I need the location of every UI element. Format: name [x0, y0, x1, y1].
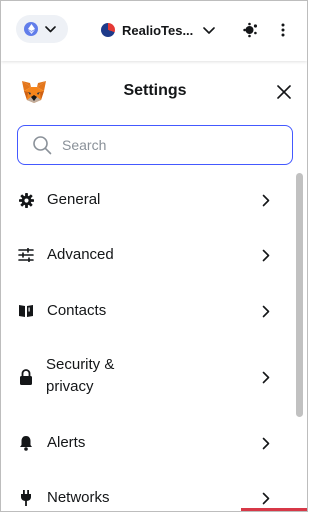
account-avatar — [101, 23, 115, 37]
settings-item-contacts[interactable]: Contacts — [1, 284, 293, 339]
bottom-accent-bar — [241, 508, 307, 511]
chevron-right-icon — [260, 193, 272, 207]
settings-item-general[interactable]: General — [1, 173, 293, 227]
bell-icon — [17, 434, 35, 452]
chevron-right-icon — [260, 491, 272, 505]
chevron-down-icon — [203, 26, 216, 34]
settings-item-alerts[interactable]: Alerts — [1, 416, 293, 470]
chevron-right-icon — [260, 248, 272, 262]
settings-item-label: Alerts — [47, 434, 86, 451]
settings-item-security-privacy[interactable]: Security & privacy — [1, 340, 293, 415]
search-field[interactable] — [17, 125, 293, 165]
chevron-down-icon — [45, 25, 56, 33]
settings-item-label-line2: privacy — [46, 378, 94, 395]
book-icon — [17, 302, 35, 320]
more-options-icon[interactable] — [272, 19, 294, 41]
chevron-right-icon — [260, 436, 272, 450]
account-picker-button[interactable]: RealioTes... — [101, 17, 216, 43]
settings-header: Settings — [1, 71, 307, 115]
search-icon — [33, 136, 52, 155]
chevron-right-icon — [260, 304, 272, 318]
settings-item-label: Networks — [47, 489, 110, 506]
account-name: RealioTes... — [122, 22, 194, 38]
chevron-right-icon — [260, 370, 272, 384]
settings-item-label: Contacts — [47, 302, 107, 319]
connected-sites-icon[interactable] — [240, 19, 262, 41]
app-header: RealioTes... — [1, 1, 307, 61]
settings-item-networks[interactable]: Networks — [1, 471, 293, 511]
network-picker-button[interactable] — [16, 15, 68, 43]
settings-item-label: General — [47, 191, 101, 208]
page-title: Settings — [123, 82, 187, 99]
search-input[interactable] — [62, 137, 272, 153]
lock-icon — [17, 368, 35, 386]
plug-icon — [17, 489, 35, 507]
settings-item-label: Advanced — [47, 246, 114, 263]
settings-item-advanced[interactable]: Advanced — [1, 228, 293, 283]
sliders-icon — [17, 246, 35, 264]
ethereum-icon — [24, 22, 38, 36]
settings-item-label-line1: Security & — [46, 356, 115, 373]
close-icon[interactable] — [273, 81, 295, 103]
scrollbar-thumb[interactable] — [296, 173, 303, 417]
gear-icon — [17, 191, 35, 209]
extension-popup: RealioTes... Settings Search General Adv… — [0, 0, 308, 512]
